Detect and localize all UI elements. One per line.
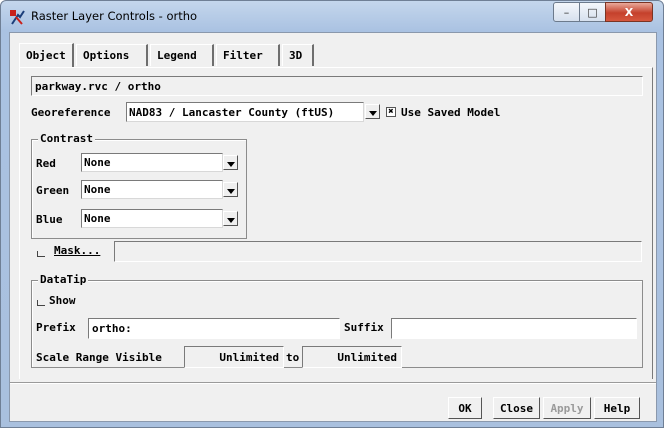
red-dropdown[interactable]: None: [81, 153, 223, 172]
show-toggle[interactable]: [37, 300, 45, 306]
scale-max-field[interactable]: Unlimited: [302, 346, 402, 368]
help-button[interactable]: Help: [594, 397, 640, 419]
suffix-label: Suffix: [344, 321, 384, 334]
show-label: Show: [49, 294, 76, 307]
close-icon: X: [624, 5, 634, 19]
georeference-dropdown[interactable]: NAD83 / Lancaster County (ftUS): [126, 102, 364, 122]
green-dropdown[interactable]: None: [81, 180, 223, 199]
red-value: None: [84, 156, 111, 169]
tab-legend[interactable]: Legend: [150, 44, 214, 66]
chevron-down-icon: [226, 162, 235, 167]
mask-toggle[interactable]: [37, 251, 45, 257]
apply-button[interactable]: Apply: [543, 397, 591, 419]
close-button[interactable]: Close: [493, 397, 540, 419]
prefix-input[interactable]: ortho:: [88, 318, 340, 339]
red-dropdown-arrow[interactable]: [223, 155, 238, 170]
mask-field[interactable]: [114, 241, 642, 262]
tab-object[interactable]: Object: [19, 43, 74, 67]
blue-value: None: [84, 212, 111, 225]
contrast-group-title: Contrast: [38, 132, 95, 145]
prefix-label: Prefix: [36, 321, 76, 334]
scale-min-field[interactable]: Unlimited: [184, 346, 284, 368]
georeference-dropdown-arrow[interactable]: [365, 104, 380, 119]
chevron-down-icon: [368, 111, 377, 116]
maximize-button[interactable]: □: [579, 2, 606, 22]
client-area: Object Options Legend Filter 3D parkway.…: [9, 32, 657, 422]
green-label: Green: [36, 184, 70, 197]
datatip-group-title: DataTip: [38, 273, 89, 286]
minimize-icon: –: [563, 5, 570, 19]
window-title: Raster Layer Controls - ortho: [31, 9, 198, 23]
suffix-input[interactable]: [391, 318, 637, 339]
blue-dropdown-arrow[interactable]: [223, 211, 238, 226]
chevron-down-icon: [226, 218, 235, 223]
scale-to-label: to: [286, 351, 300, 364]
green-dropdown-arrow[interactable]: [223, 182, 238, 197]
ok-button[interactable]: OK: [448, 397, 482, 419]
blue-dropdown[interactable]: None: [81, 209, 223, 228]
mask-button[interactable]: Mask...: [54, 244, 100, 257]
minimize-button[interactable]: –: [553, 2, 580, 22]
chevron-down-icon: [226, 189, 235, 194]
maximize-icon: □: [587, 5, 598, 19]
tab-filter[interactable]: Filter: [216, 44, 280, 66]
red-label: Red: [36, 157, 56, 170]
scale-range-label: Scale Range Visible: [36, 351, 162, 364]
tab-options[interactable]: Options: [76, 44, 148, 66]
close-window-button[interactable]: X: [605, 2, 653, 22]
tab-3d[interactable]: 3D: [282, 44, 314, 66]
use-saved-model-label: Use Saved Model: [401, 106, 501, 119]
title-bar[interactable]: Raster Layer Controls - ortho – □ X: [1, 1, 664, 31]
button-separator: [10, 382, 656, 384]
georeference-label: Georeference: [31, 106, 111, 119]
app-icon: [10, 10, 25, 25]
dialog-window: Raster Layer Controls - ortho – □ X Obje…: [0, 0, 664, 428]
blue-label: Blue: [36, 213, 63, 226]
use-saved-model-checkbox[interactable]: ✖: [386, 107, 396, 117]
georeference-value: NAD83 / Lancaster County (ftUS): [129, 105, 335, 119]
object-path-field: parkway.rvc / ortho: [31, 76, 643, 96]
green-value: None: [84, 183, 111, 196]
